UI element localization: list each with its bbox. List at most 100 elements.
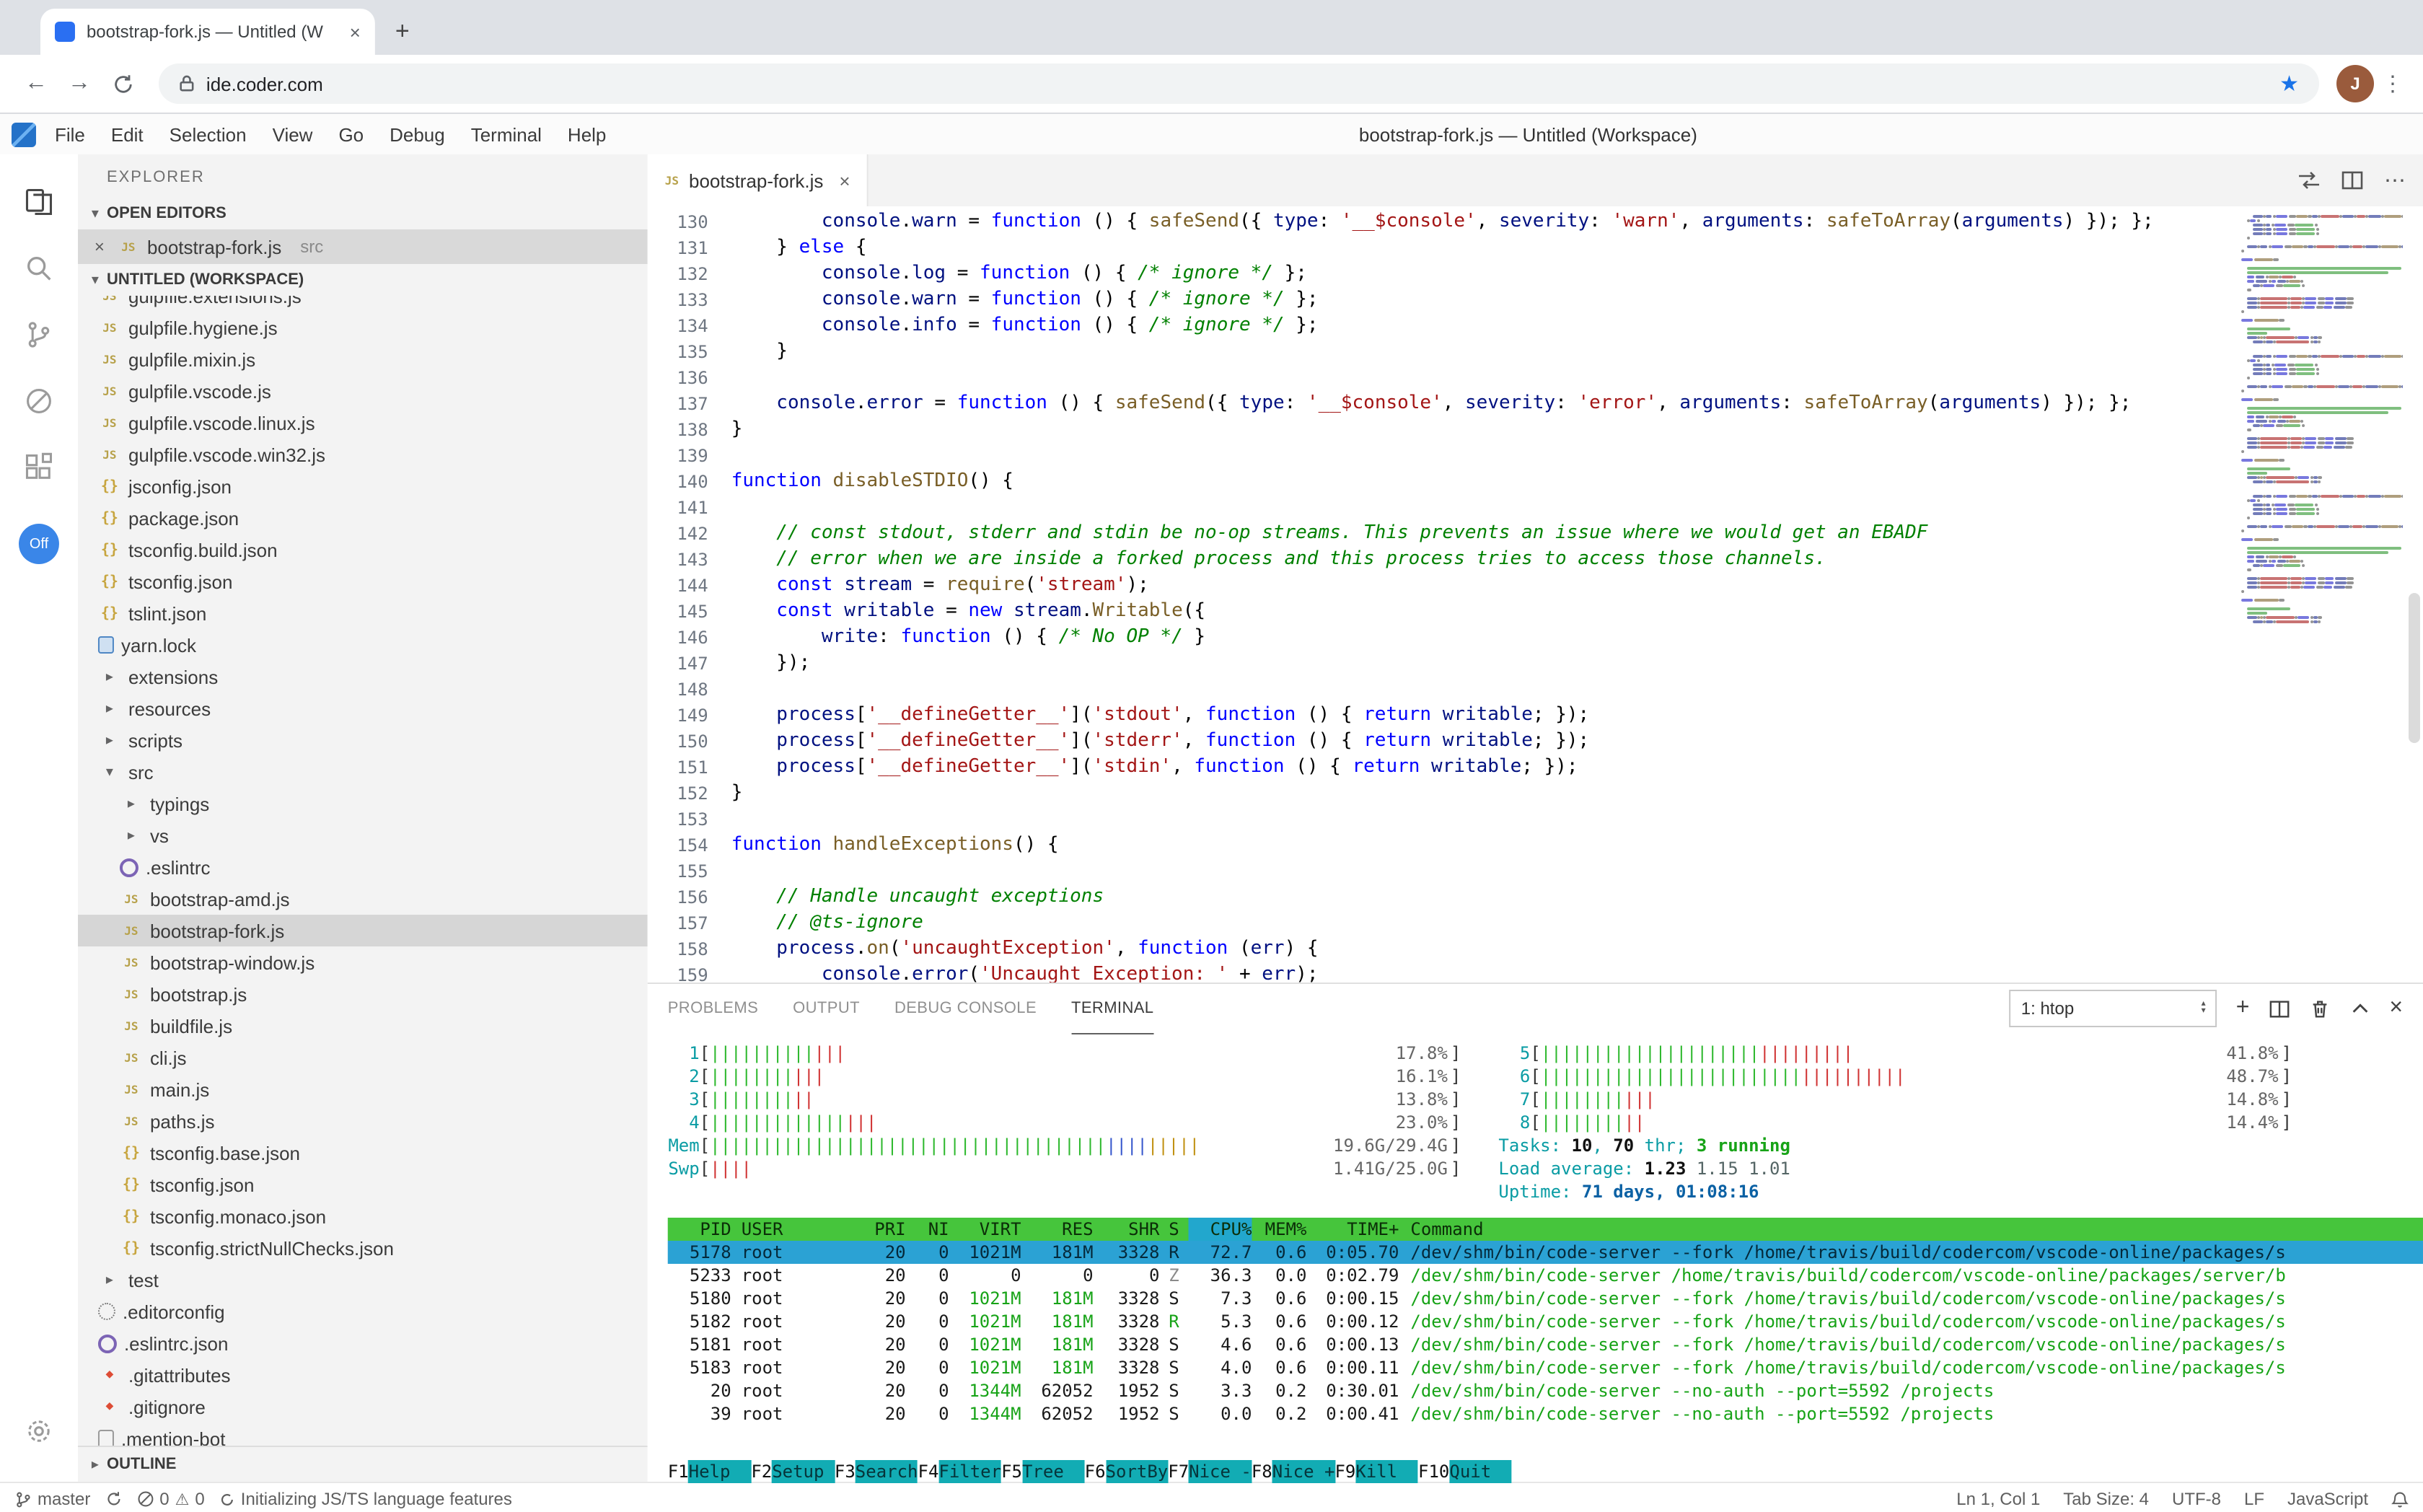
tree-item-jsconfig.json[interactable]: {}jsconfig.json — [78, 470, 648, 502]
browser-tab[interactable]: bootstrap-fork.js — Untitled (W × — [40, 9, 375, 55]
fkey-label[interactable]: SortBy — [1106, 1460, 1169, 1483]
tree-item-src[interactable]: ▾src — [78, 756, 648, 788]
browser-menu-icon[interactable]: ⋮ — [2380, 71, 2406, 97]
fkey[interactable]: F5 — [1001, 1460, 1022, 1483]
process-row[interactable]: 5182root2001021M181M3328R5.30.60:00.12/d… — [668, 1310, 2423, 1333]
panel-tab-output[interactable]: OUTPUT — [793, 984, 860, 1034]
outline-header[interactable]: ▸ OUTLINE — [78, 1446, 648, 1482]
tree-item-package.json[interactable]: {}package.json — [78, 502, 648, 534]
indentation[interactable]: Tab Size: 4 — [2063, 1489, 2149, 1509]
tree-item-tsconfig.json[interactable]: {}tsconfig.json — [78, 1169, 648, 1200]
forward-icon[interactable]: → — [61, 65, 98, 102]
panel-tab-problems[interactable]: PROBLEMS — [668, 984, 758, 1034]
avatar[interactable]: J — [2336, 65, 2374, 102]
close-editor-icon[interactable]: × — [89, 237, 110, 257]
tree-item-extensions[interactable]: ▸extensions — [78, 661, 648, 693]
tree-item-gulpfile.mixin.js[interactable]: JSgulpfile.mixin.js — [78, 343, 648, 375]
panel-tab-terminal[interactable]: TERMINAL — [1071, 984, 1153, 1034]
fkey-label[interactable]: Help — [689, 1460, 752, 1483]
fkey-label[interactable]: Setup — [772, 1460, 835, 1483]
kill-terminal-icon[interactable] — [2308, 998, 2330, 1019]
tree-item-gulpfile.vscode.win32.js[interactable]: JSgulpfile.vscode.win32.js — [78, 439, 648, 470]
problems-indicator[interactable]: 0 ⚠ 0 — [136, 1489, 204, 1509]
explorer-icon[interactable] — [7, 169, 71, 235]
process-row[interactable]: 5181root2001021M181M3328S4.60.60:00.13/d… — [668, 1333, 2423, 1356]
menu-terminal[interactable]: Terminal — [458, 123, 555, 145]
editor-tab[interactable]: JS bootstrap-fork.js × — [648, 154, 869, 206]
tree-item-.gitattributes[interactable]: ◆.gitattributes — [78, 1359, 648, 1391]
tree-item-yarn.lock[interactable]: yarn.lock — [78, 629, 648, 661]
code-editor[interactable]: 130 console.warn = function () { safeSen… — [648, 206, 2423, 983]
maximize-panel-icon[interactable] — [2349, 998, 2370, 1019]
panel-tab-debug-console[interactable]: DEBUG CONSOLE — [894, 984, 1037, 1034]
bookmark-star-icon[interactable]: ★ — [2279, 71, 2299, 97]
close-panel-icon[interactable]: × — [2389, 995, 2403, 1021]
eol[interactable]: LF — [2244, 1489, 2264, 1509]
tree-item-vs[interactable]: ▸vs — [78, 819, 648, 851]
encoding[interactable]: UTF-8 — [2172, 1489, 2221, 1509]
tree-item-.gitignore[interactable]: ◆.gitignore — [78, 1391, 648, 1423]
tree-item-main.js[interactable]: JSmain.js — [78, 1073, 648, 1105]
branch-indicator[interactable]: master — [14, 1489, 90, 1509]
new-tab-button[interactable]: + — [384, 13, 421, 50]
tab-close-icon[interactable]: × — [839, 170, 850, 191]
open-editor-item[interactable]: × JS bootstrap-fork.js src — [78, 229, 648, 264]
tree-item-gulpfile.vscode.linux.js[interactable]: JSgulpfile.vscode.linux.js — [78, 407, 648, 439]
tree-item-tslint.json[interactable]: {}tslint.json — [78, 597, 648, 629]
terminal[interactable]: 1[|||||||||||||17.8%]5[|||||||||||||||||… — [648, 1033, 2423, 1486]
notifications-bell-icon[interactable] — [2391, 1490, 2409, 1508]
tree-item-tsconfig.strictNullChecks.json[interactable]: {}tsconfig.strictNullChecks.json — [78, 1232, 648, 1264]
process-row[interactable]: 20root2001344M620521952S3.30.20:30.01/de… — [668, 1379, 2423, 1402]
tree-item-gulpfile.extensions.js[interactable]: JSgulpfile.extensions.js — [78, 296, 648, 312]
process-row[interactable]: 5233root200000Z36.30.00:02.79/dev/shm/bi… — [668, 1264, 2423, 1287]
fkey[interactable]: F4 — [918, 1460, 938, 1483]
menu-go[interactable]: Go — [325, 123, 377, 145]
tree-item-bootstrap-fork.js[interactable]: JSbootstrap-fork.js — [78, 915, 648, 946]
split-terminal-icon[interactable] — [2268, 998, 2290, 1019]
source-control-icon[interactable] — [7, 302, 71, 368]
process-row[interactable]: 5183root2001021M181M3328S4.00.60:00.11/d… — [668, 1356, 2423, 1379]
menu-file[interactable]: File — [42, 123, 98, 145]
new-terminal-icon[interactable]: + — [2236, 995, 2250, 1021]
tree-item-tsconfig.base.json[interactable]: {}tsconfig.base.json — [78, 1137, 648, 1169]
fkey[interactable]: F9 — [1334, 1460, 1355, 1483]
process-row[interactable]: 5180root2001021M181M3328S7.30.60:00.15/d… — [668, 1287, 2423, 1310]
extensions-icon[interactable] — [7, 434, 71, 501]
split-editor-icon[interactable] — [2341, 169, 2364, 192]
tree-item-gulpfile.hygiene.js[interactable]: JSgulpfile.hygiene.js — [78, 312, 648, 343]
fkey-label[interactable]: Nice + — [1272, 1460, 1335, 1483]
workspace-header[interactable]: ▾ UNTITLED (WORKSPACE) — [78, 264, 648, 296]
fkey[interactable]: F3 — [835, 1460, 856, 1483]
tree-item-.mention-bot[interactable]: .mention-bot — [78, 1423, 648, 1446]
tree-item-bootstrap-window.js[interactable]: JSbootstrap-window.js — [78, 946, 648, 978]
language-mode[interactable]: JavaScript — [2287, 1489, 2368, 1509]
address-bar[interactable]: ide.coder.com ★ — [159, 63, 2319, 104]
tree-item-.editorconfig[interactable]: .editorconfig — [78, 1296, 648, 1327]
tree-item-.eslintrc[interactable]: .eslintrc — [78, 851, 648, 883]
menu-help[interactable]: Help — [555, 123, 619, 145]
fkey[interactable]: F6 — [1085, 1460, 1106, 1483]
fkey-label[interactable]: Quit — [1449, 1460, 1512, 1483]
back-icon[interactable]: ← — [17, 65, 55, 102]
menu-edit[interactable]: Edit — [98, 123, 157, 145]
tree-item-typings[interactable]: ▸typings — [78, 788, 648, 819]
collaboration-off-toggle[interactable]: Off — [19, 524, 59, 564]
menu-view[interactable]: View — [260, 123, 326, 145]
fkey-label[interactable]: Filter — [938, 1460, 1001, 1483]
fkey[interactable]: F7 — [1168, 1460, 1189, 1483]
sync-icon[interactable] — [105, 1490, 122, 1508]
menu-selection[interactable]: Selection — [157, 123, 260, 145]
fkey-label[interactable]: Search — [856, 1460, 918, 1483]
tree-item-gulpfile.vscode.js[interactable]: JSgulpfile.vscode.js — [78, 375, 648, 407]
minimap[interactable] — [2241, 215, 2403, 635]
cursor-position[interactable]: Ln 1, Col 1 — [1956, 1489, 2040, 1509]
menu-debug[interactable]: Debug — [377, 123, 458, 145]
editor-scrollbar[interactable] — [2409, 593, 2420, 743]
open-editors-header[interactable]: ▾ OPEN EDITORS — [78, 198, 648, 229]
tree-item-resources[interactable]: ▸resources — [78, 693, 648, 724]
fkey-label[interactable]: Nice - — [1189, 1460, 1252, 1483]
tree-item-tsconfig.build.json[interactable]: {}tsconfig.build.json — [78, 534, 648, 566]
tree-item-buildfile.js[interactable]: JSbuildfile.js — [78, 1010, 648, 1042]
terminal-select[interactable]: 1: htop ▴▾ — [2010, 990, 2217, 1027]
open-changes-icon[interactable] — [2297, 169, 2321, 192]
